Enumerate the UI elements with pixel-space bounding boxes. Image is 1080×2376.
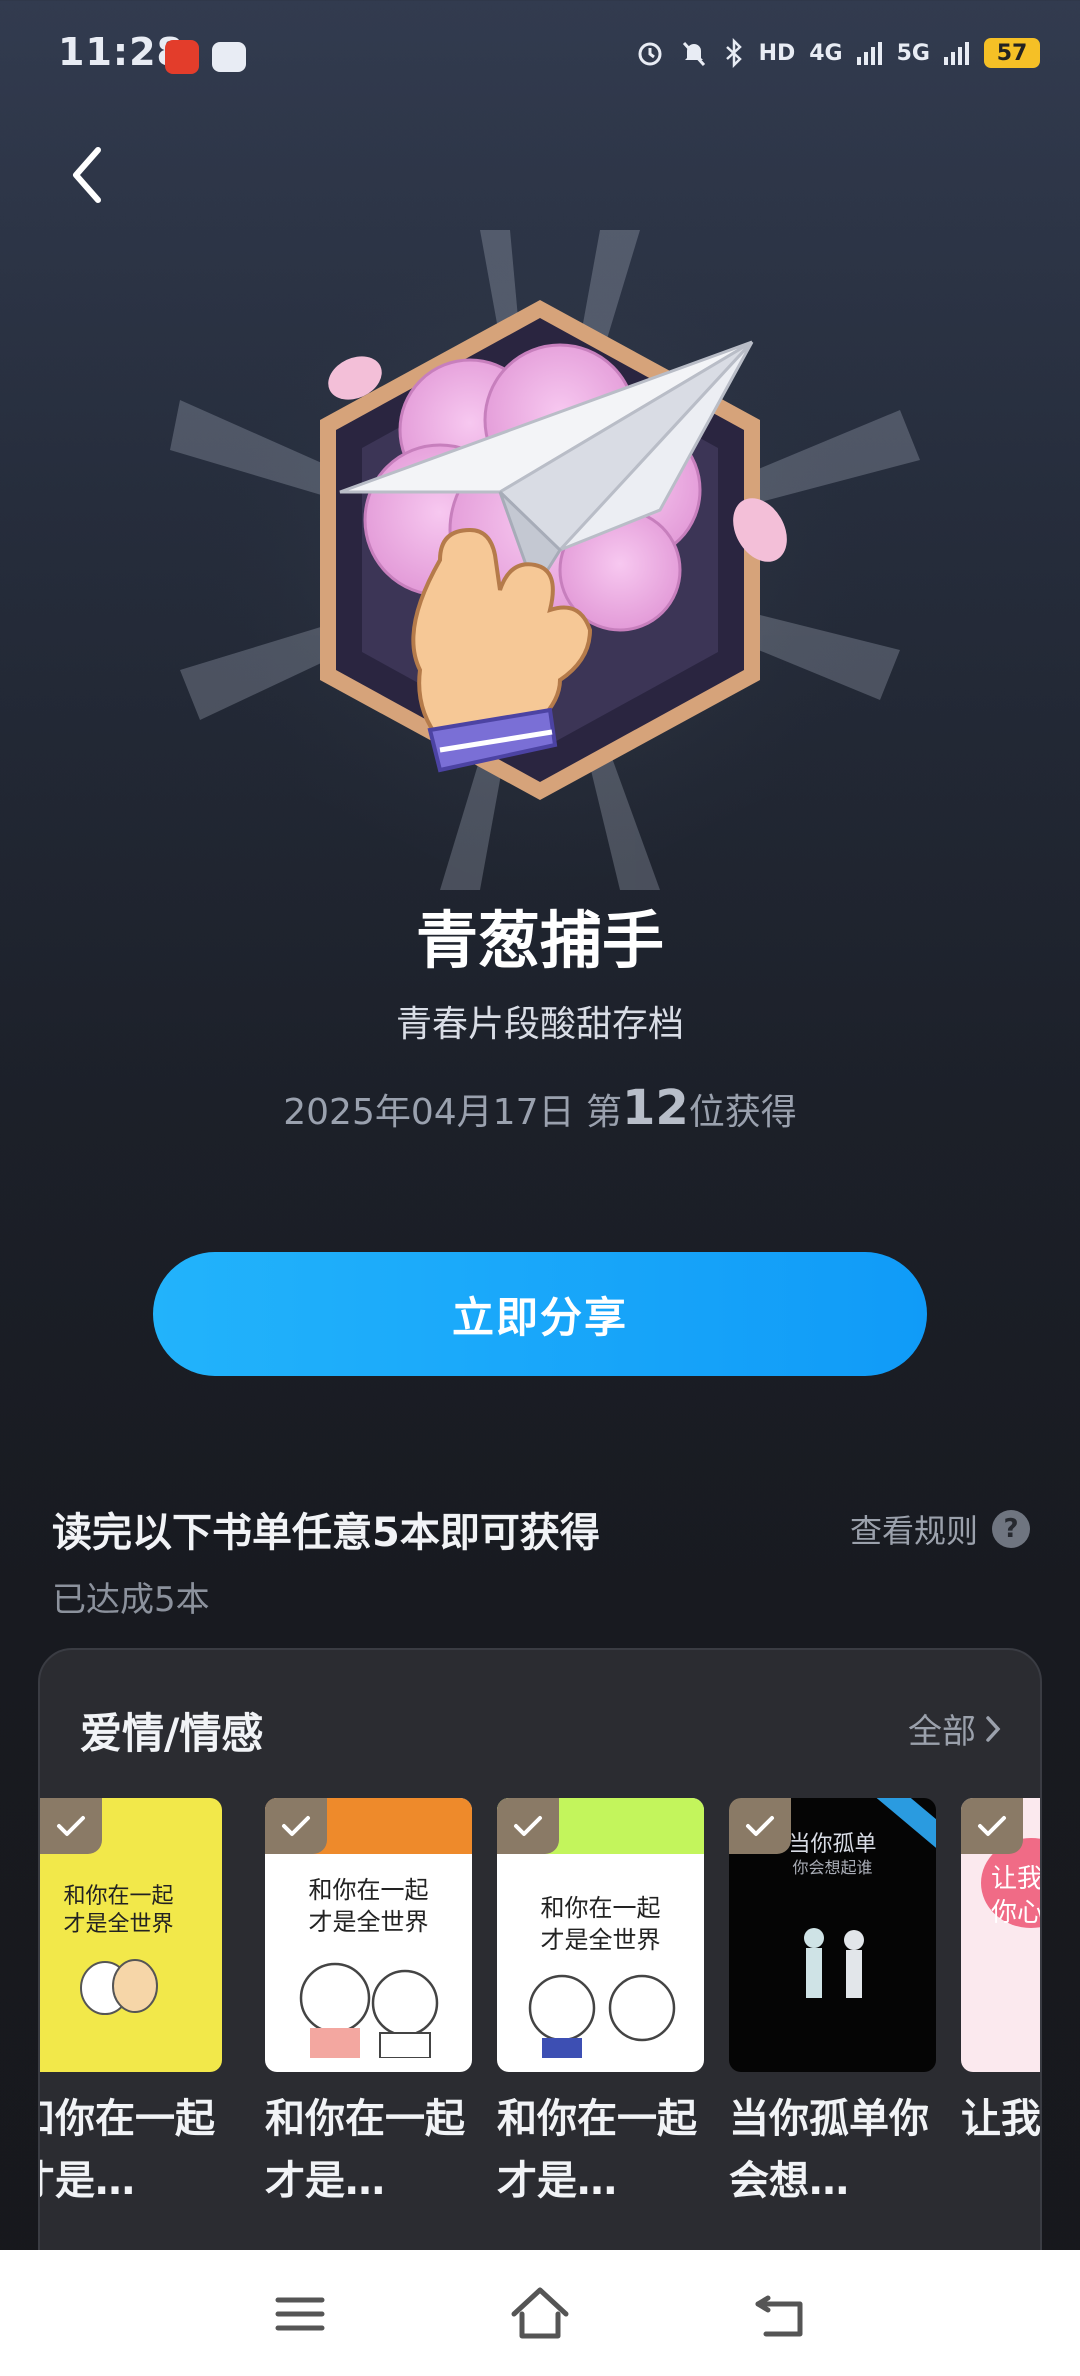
cats-illustration	[528, 1974, 676, 2058]
signal-icon	[856, 42, 882, 65]
view-all-label: 全部	[908, 1712, 976, 1752]
share-button[interactable]: 立即分享	[153, 1252, 927, 1376]
couple-illustration	[804, 1928, 864, 1998]
alarm-icon	[638, 42, 662, 66]
book-item[interactable]: 和你在一起 才是全世界 和你在一起才是…	[40, 1798, 222, 2212]
book-title: 和你在一起才是…	[40, 2096, 215, 2204]
menu-icon[interactable]	[264, 2278, 336, 2350]
completed-check-icon	[40, 1798, 102, 1854]
book-title: 和你在一起才是…	[265, 2096, 465, 2204]
badge-illustration	[170, 230, 920, 890]
completed-check-icon	[729, 1798, 791, 1854]
bluetooth-icon	[725, 38, 742, 68]
status-icons: HD 4G 5G 57	[635, 38, 1040, 68]
completed-check-icon	[265, 1798, 327, 1854]
status-bar: 11:28 HD 4G 5G 57	[0, 0, 1080, 110]
cover-title-line2: 你会想起谁	[792, 1858, 873, 1877]
cats-illustration	[80, 1959, 158, 2015]
badge-name: 青葱捕手	[415, 904, 664, 977]
view-rules-link[interactable]: 查看规则 ?	[850, 1506, 1030, 1552]
return-icon[interactable]	[744, 2278, 816, 2350]
back-chevron-icon[interactable]	[60, 140, 116, 210]
badge-description: 青春片段酸甜存档	[395, 1004, 684, 1045]
system-navigation-bar	[0, 2250, 1080, 2376]
book-item[interactable]: 当你孤单 你会想起谁 当你孤单你会想…	[729, 1798, 936, 2212]
mute-icon	[682, 41, 705, 67]
signal-icon-2	[944, 42, 969, 65]
progress-text: 已达成5本	[52, 1580, 210, 1620]
home-icon[interactable]	[504, 2278, 576, 2350]
network-5g-label: 5G	[896, 40, 930, 66]
rank-prefix: 第	[585, 1092, 622, 1133]
battery-icon: 57	[984, 38, 1040, 68]
rank-suffix: 位获得	[688, 1092, 797, 1133]
book-cover: 和你在一起 才是全世界	[265, 1798, 472, 2072]
book-cover: 和你在一起 才是全世界	[40, 1798, 222, 2072]
completed-check-icon	[497, 1798, 559, 1854]
book-carousel[interactable]: 和你在一起 才是全世界 和你在一起才是… 和你在一起 才是全世界 和你在一起才是…	[40, 1798, 1042, 2228]
network-4g-label: 4G	[809, 40, 843, 66]
cover-title-line2: 你心	[991, 1898, 1042, 1928]
book-cover: 让我 你心	[961, 1798, 1042, 2072]
book-item[interactable]: 和你在一起 才是全世界 和你在一起才是…	[497, 1798, 704, 2212]
chevron-right-icon	[986, 1715, 1001, 1742]
requirement-text: 读完以下书单任意5本即可获得	[52, 1510, 600, 1556]
book-item[interactable]: 和你在一起 才是全世界 和你在一起才是…	[265, 1798, 472, 2212]
help-icon: ?	[992, 1510, 1030, 1548]
cover-title-line2: 才是全世界	[63, 1912, 174, 1937]
rank-number: 12	[621, 1080, 689, 1136]
robot-notification-icon	[212, 42, 246, 72]
cover-title-line1: 让我	[991, 1864, 1042, 1894]
book-title: 和你在一起才是…	[497, 2096, 697, 2204]
cover-title-line2: 才是全世界	[308, 1908, 429, 1936]
cover-title-line1: 和你在一起	[308, 1876, 429, 1904]
book-title: 当你孤单你会想…	[729, 2096, 929, 2204]
hd-label: HD	[758, 40, 796, 66]
book-title: 让我你心	[961, 2096, 1041, 2142]
earned-date: 2025年04月17日	[283, 1092, 575, 1133]
book-cover: 当你孤单 你会想起谁	[729, 1798, 936, 2072]
category-title: 爱情/情感	[80, 1709, 264, 1758]
cover-title-line2: 才是全世界	[540, 1926, 661, 1954]
earned-info: 2025年04月17日 第12位获得	[0, 1080, 1080, 1136]
app-notification-icon	[165, 40, 199, 74]
cover-title-line1: 和你在一起	[540, 1894, 661, 1922]
book-cover: 和你在一起 才是全世界	[497, 1798, 704, 2072]
cats-illustration	[299, 1962, 439, 2058]
view-all-link[interactable]: 全部	[908, 1704, 1002, 1753]
book-item[interactable]: 让我 你心 让我你心	[961, 1798, 1042, 2150]
completed-check-icon	[961, 1798, 1023, 1854]
view-rules-label: 查看规则	[849, 1512, 978, 1550]
